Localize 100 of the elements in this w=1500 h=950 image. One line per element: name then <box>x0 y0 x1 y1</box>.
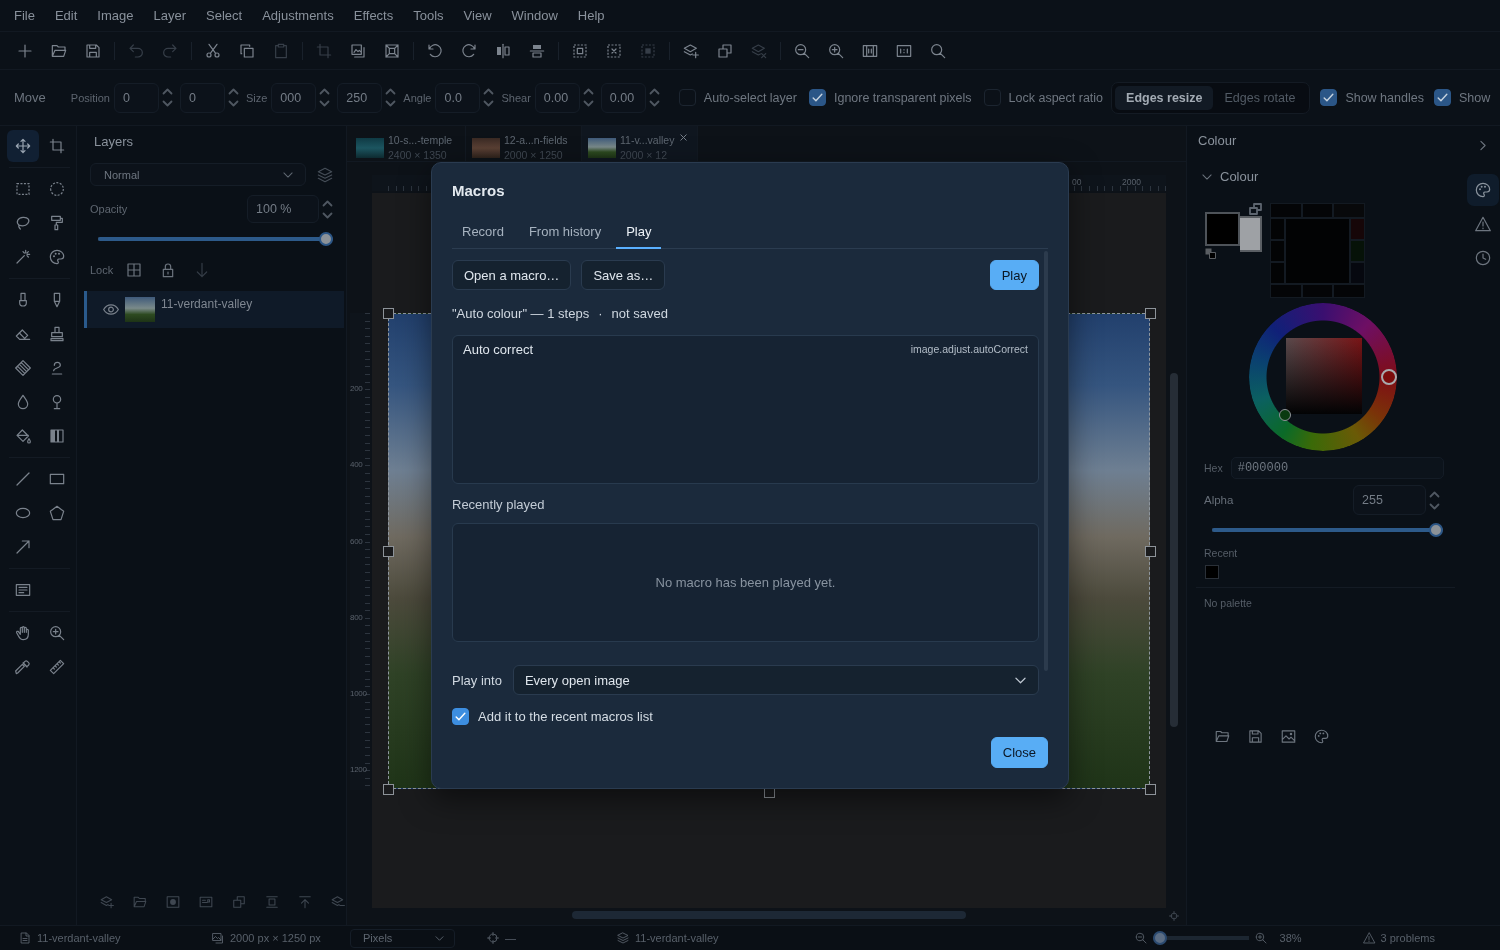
scrollbar-thumb[interactable] <box>572 911 966 919</box>
swatch-icon[interactable] <box>1302 285 1333 297</box>
segment-button[interactable]: Edges rotate <box>1213 85 1307 110</box>
hand-icon[interactable] <box>15 625 31 641</box>
layer-row[interactable]: 11-verdant-valley <box>84 291 344 328</box>
menu-item[interactable]: Select <box>206 7 243 24</box>
side-tab-button[interactable] <box>1467 174 1499 206</box>
zoom-in-icon[interactable] <box>49 625 65 641</box>
problems-count[interactable]: 3 problems <box>1380 932 1435 944</box>
deselect-icon[interactable] <box>606 42 622 59</box>
number-field[interactable]: 0.00 <box>600 82 646 113</box>
open-macro-button[interactable]: Open a macro… <box>452 260 572 290</box>
checkbox[interactable] <box>1320 89 1338 106</box>
search-icon[interactable] <box>930 42 946 59</box>
folder-icon[interactable] <box>1215 729 1230 744</box>
scrollbar-thumb[interactable] <box>1170 373 1178 727</box>
menu-item[interactable]: Layer <box>153 7 187 24</box>
spin-arrows-icon[interactable] <box>322 199 333 219</box>
checkbox-label[interactable]: Lock aspect ratio <box>1008 90 1104 105</box>
canvas-resize-icon[interactable] <box>384 42 400 59</box>
fit-width-icon[interactable] <box>862 42 878 59</box>
checkbox-label[interactable]: Auto-select layer <box>703 90 797 105</box>
close-button[interactable]: Close <box>990 737 1048 768</box>
pentagon-icon[interactable] <box>49 505 65 521</box>
palette-icon[interactable] <box>1475 182 1491 198</box>
text-box-icon[interactable] <box>15 582 31 598</box>
alpha-field[interactable]: 255 <box>1353 485 1426 515</box>
stamp-icon[interactable] <box>49 326 65 342</box>
number-field[interactable]: 250 <box>337 82 383 113</box>
swatch-icon[interactable] <box>1286 219 1349 283</box>
checkbox[interactable] <box>983 89 1001 106</box>
blend-mode-dropdown[interactable]: Normal <box>90 163 306 186</box>
swatch-icon[interactable] <box>1351 241 1364 261</box>
spin-arrows-icon[interactable] <box>1429 490 1440 510</box>
swatch-icon[interactable] <box>1271 285 1301 297</box>
actual-size-icon[interactable] <box>896 42 912 59</box>
checkbox-label[interactable]: Ignore transparent pixels <box>833 90 972 105</box>
slider-thumb[interactable] <box>319 232 333 246</box>
save-as-button[interactable]: Save as… <box>581 260 666 290</box>
save-icon[interactable] <box>85 42 101 59</box>
paint-bucket-icon[interactable] <box>15 428 31 444</box>
swatch-icon[interactable] <box>1271 241 1284 261</box>
layers-plus-icon[interactable] <box>683 42 699 59</box>
resize-handle[interactable] <box>1145 308 1156 319</box>
menu-item[interactable]: Effects <box>353 7 394 24</box>
overlapping-squares-icon[interactable] <box>1249 203 1262 215</box>
rectangle-select-icon[interactable] <box>15 181 31 197</box>
menu-item[interactable]: File <box>14 7 35 24</box>
striped-diamond-icon[interactable] <box>15 360 31 376</box>
mini-swatches-icon[interactable] <box>1205 248 1216 259</box>
swatch-icon[interactable] <box>1271 263 1284 283</box>
clock-icon[interactable] <box>1475 250 1491 266</box>
rectangle-icon[interactable] <box>49 471 65 487</box>
drop-icon[interactable] <box>15 394 31 410</box>
swatch-icon[interactable] <box>1271 219 1284 239</box>
spin-arrows-icon[interactable] <box>385 88 397 107</box>
zoom-in-icon[interactable] <box>828 42 844 59</box>
resize-handle[interactable] <box>383 784 394 795</box>
checkbox-label[interactable]: Show handles <box>1345 90 1424 105</box>
play-button[interactable]: Play <box>989 260 1039 290</box>
checkbox-label[interactable]: Add it to the recent macros list <box>478 709 653 724</box>
flip-horizontal-icon[interactable] <box>495 42 511 59</box>
dialog-tab[interactable]: From history <box>518 215 612 249</box>
checkbox[interactable] <box>452 708 469 725</box>
menu-item[interactable]: Tools <box>413 7 444 24</box>
checkbox[interactable] <box>808 89 826 106</box>
play-into-dropdown[interactable]: Every open image <box>512 665 1039 695</box>
spin-arrows-icon[interactable] <box>227 88 239 107</box>
swatch-icon[interactable] <box>1240 216 1262 252</box>
duplicate-icon[interactable] <box>717 42 733 59</box>
warning-icon[interactable] <box>1362 932 1375 944</box>
swatch-icon[interactable] <box>1351 219 1364 239</box>
checkbox-label[interactable]: Show <box>1458 90 1491 105</box>
grid-icon[interactable] <box>126 262 143 278</box>
folder-icon[interactable] <box>51 42 67 59</box>
number-field[interactable]: 0 <box>179 82 225 113</box>
zoom-out-icon[interactable] <box>1134 932 1147 944</box>
chevron-down-icon[interactable] <box>1202 174 1212 180</box>
zoom-in-icon[interactable] <box>1254 932 1267 944</box>
number-field[interactable]: 0.00 <box>534 82 580 113</box>
rotate-right-icon[interactable] <box>461 42 477 59</box>
copy-icon[interactable] <box>239 42 255 59</box>
ellipse-select-icon[interactable] <box>49 181 65 197</box>
resize-handle[interactable] <box>1145 546 1156 557</box>
magic-wand-icon[interactable] <box>15 249 31 265</box>
palette-icon[interactable] <box>49 249 65 265</box>
image-icon[interactable] <box>1281 729 1296 744</box>
eyedropper-icon[interactable] <box>15 659 31 675</box>
checkbox[interactable] <box>678 89 696 106</box>
swatch-icon[interactable] <box>1205 212 1240 246</box>
spin-arrows-icon[interactable] <box>319 88 331 107</box>
slider-thumb[interactable] <box>1152 931 1167 945</box>
menu-item[interactable]: Adjustments <box>262 7 334 24</box>
segment-button[interactable]: Edges resize <box>1115 85 1214 110</box>
menu-item[interactable]: View <box>463 7 492 24</box>
scissors-icon[interactable] <box>205 42 221 59</box>
select-all-icon[interactable] <box>572 42 588 59</box>
menu-item[interactable]: Edit <box>54 7 78 24</box>
number-field[interactable]: 0.0 <box>435 82 481 113</box>
close-icon[interactable] <box>680 133 688 141</box>
